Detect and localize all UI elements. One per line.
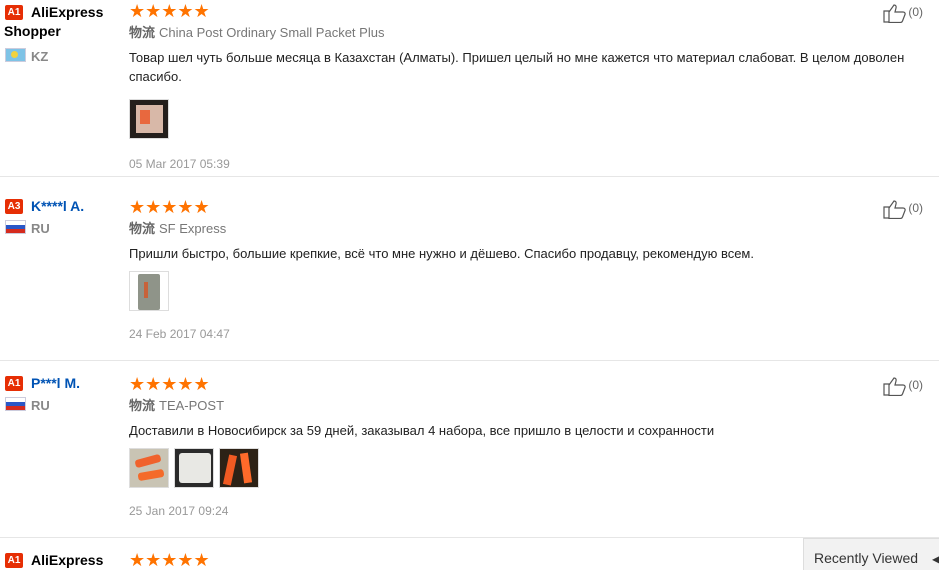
- logistics-info: 物流 China Post Ordinary Small Packet Plus: [129, 25, 929, 41]
- reviewer-info: A1 AliExpress: [5, 552, 125, 570]
- helpful-count: (0): [908, 378, 923, 393]
- thumbs-up-icon: [883, 200, 907, 220]
- helpful-button[interactable]: (0): [883, 376, 923, 397]
- review-content: ★★★★★ 物流 China Post Ordinary Small Packet…: [129, 1, 929, 171]
- country-code: RU: [31, 398, 50, 413]
- review-photos: [129, 271, 929, 313]
- logistics-carrier: China Post Ordinary Small Packet Plus: [159, 25, 385, 40]
- buyer-level-badge: A3: [5, 199, 23, 215]
- buyer-level-badge: A1: [5, 5, 23, 21]
- helpful-button[interactable]: (0): [883, 3, 923, 24]
- recently-viewed-tab[interactable]: Recently Viewed ◀: [803, 538, 939, 570]
- logistics-info: 物流 TEA-POST: [129, 398, 929, 414]
- review-item: A1 AliExpress ★★★★★: [0, 538, 939, 570]
- reviewer-info: A1 P***l M. RU: [5, 374, 125, 413]
- helpful-count: (0): [908, 5, 923, 20]
- reviewer-name: AliExpress: [31, 552, 104, 568]
- rating-stars: ★★★★★: [129, 197, 210, 217]
- reviewer-name: AliExpress: [31, 4, 104, 20]
- helpful-button[interactable]: (0): [883, 199, 923, 220]
- rating-stars: ★★★★★: [129, 374, 210, 394]
- kazakhstan-flag-icon: [5, 48, 26, 62]
- reviewer-info: A1 AliExpress Shopper KZ: [4, 4, 125, 64]
- reviewer-info: A3 K****l A. RU: [5, 197, 125, 236]
- rating-stars: ★★★★★: [129, 1, 210, 21]
- logistics-label: 物流: [129, 25, 156, 40]
- reviewer-country: RU: [5, 397, 50, 413]
- review-date: 05 Mar 2017 05:39: [129, 157, 230, 171]
- review-photos: [129, 448, 929, 490]
- reviewer-name[interactable]: P***l M.: [31, 374, 80, 392]
- review-photos: [129, 99, 929, 141]
- helpful-count: (0): [908, 201, 923, 216]
- reviewer-name-line2: Shopper: [4, 23, 61, 39]
- logistics-label: 物流: [129, 398, 156, 413]
- review-date: 25 Jan 2017 09:24: [129, 504, 229, 518]
- reviewer-country: KZ: [5, 48, 48, 64]
- chevron-icon: ◀: [932, 552, 939, 566]
- russia-flag-icon: [5, 220, 26, 234]
- logistics-label: 物流: [129, 221, 156, 236]
- review-item: A1 AliExpress Shopper KZ ★★★★★ 物流 China P…: [0, 0, 939, 177]
- country-code: RU: [31, 221, 50, 236]
- reviewer-country: RU: [5, 220, 50, 236]
- review-item: A3 K****l A. RU ★★★★★ 物流 SF Express Пришл…: [0, 184, 939, 361]
- review-date: 24 Feb 2017 04:47: [129, 327, 230, 341]
- reviewer-name[interactable]: K****l A.: [31, 197, 84, 215]
- buyer-level-badge: A1: [5, 376, 23, 392]
- review-text: Товар шел чуть больше месяца в Казахстан…: [129, 50, 905, 84]
- review-content: ★★★★★ 物流 TEA-POST Доставили в Новосибирск…: [129, 374, 929, 518]
- country-code: KZ: [31, 49, 49, 64]
- review-photo-thumbnail[interactable]: [174, 448, 214, 488]
- review-content: ★★★★★ 物流 SF Express Пришли быстро, больши…: [129, 197, 929, 341]
- russia-flag-icon: [5, 397, 26, 411]
- thumbs-up-icon: [883, 4, 907, 24]
- review-photo-thumbnail[interactable]: [129, 99, 169, 139]
- thumbs-up-icon: [883, 377, 907, 397]
- logistics-carrier: TEA-POST: [159, 398, 225, 413]
- recently-viewed-label: Recently Viewed: [814, 550, 919, 566]
- review-text: Доставили в Новосибирск за 59 дней, зака…: [129, 423, 715, 438]
- review-item: A1 P***l M. RU ★★★★★ 物流 TEA-POST Доставил…: [0, 361, 939, 538]
- review-text: Пришли быстро, большие крепкие, всё что …: [129, 246, 754, 261]
- logistics-carrier: SF Express: [159, 221, 227, 236]
- review-photo-thumbnail[interactable]: [219, 448, 259, 488]
- review-photo-thumbnail[interactable]: [129, 271, 169, 311]
- logistics-info: 物流 SF Express: [129, 221, 929, 237]
- buyer-level-badge: A1: [5, 553, 23, 569]
- review-photo-thumbnail[interactable]: [129, 448, 169, 488]
